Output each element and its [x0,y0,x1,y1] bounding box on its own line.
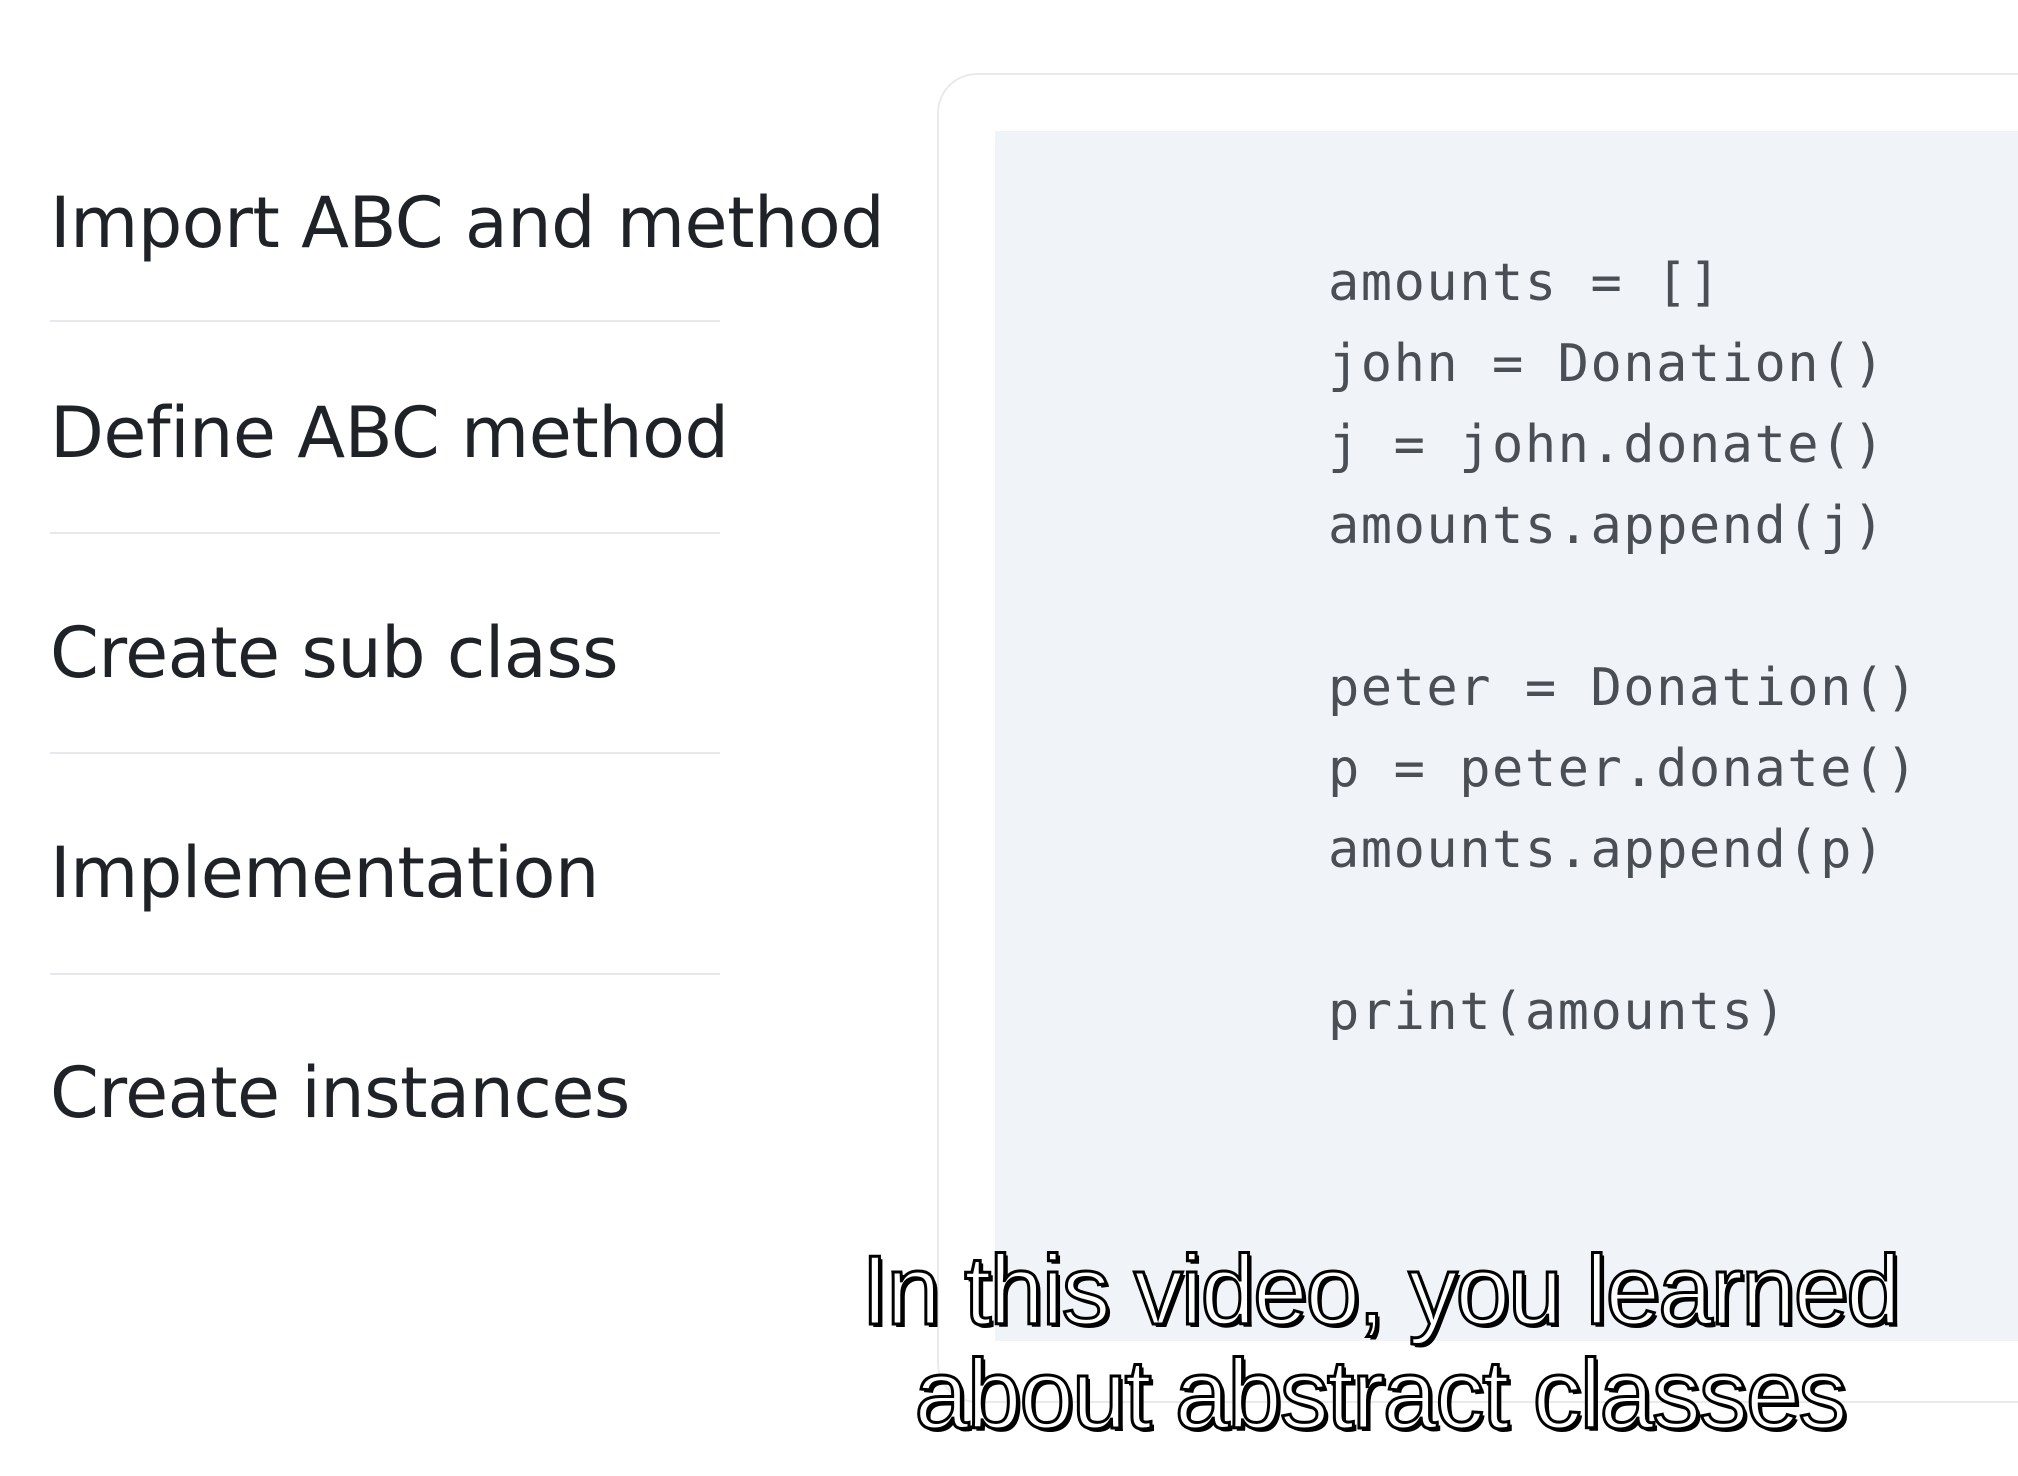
code-line: amounts = [] [1328,253,1722,313]
code-line: j = john.donate() [1328,415,1886,475]
code-line: amounts.append(p) [1328,820,1886,880]
step-define-abc-method[interactable]: Define ABC method [50,398,729,468]
step-create-instances[interactable]: Create instances [50,1058,630,1128]
code-line: print(amounts) [1328,982,1788,1042]
step-import-abc[interactable]: Import ABC and method [50,188,885,258]
step-divider [50,532,720,534]
caption-line-2: about abstract classes [913,1339,1849,1449]
code-line: amounts.append(j) [1328,496,1886,556]
code-line: peter = Donation() [1328,658,1919,718]
code-line: p = peter.donate() [1328,739,1919,799]
step-divider [50,973,720,975]
code-line: john = Donation() [1328,334,1886,394]
step-create-sub-class[interactable]: Create sub class [50,618,619,688]
code-block: amounts = [] john = Donation() j = john.… [1328,243,1919,1053]
step-implementation[interactable]: Implementation [50,838,599,908]
caption-line-1: In this video, you learned [860,1235,1903,1345]
step-divider [50,752,720,754]
video-caption: In this video, you learned about abstrac… [760,1235,2000,1449]
step-divider [50,320,720,322]
